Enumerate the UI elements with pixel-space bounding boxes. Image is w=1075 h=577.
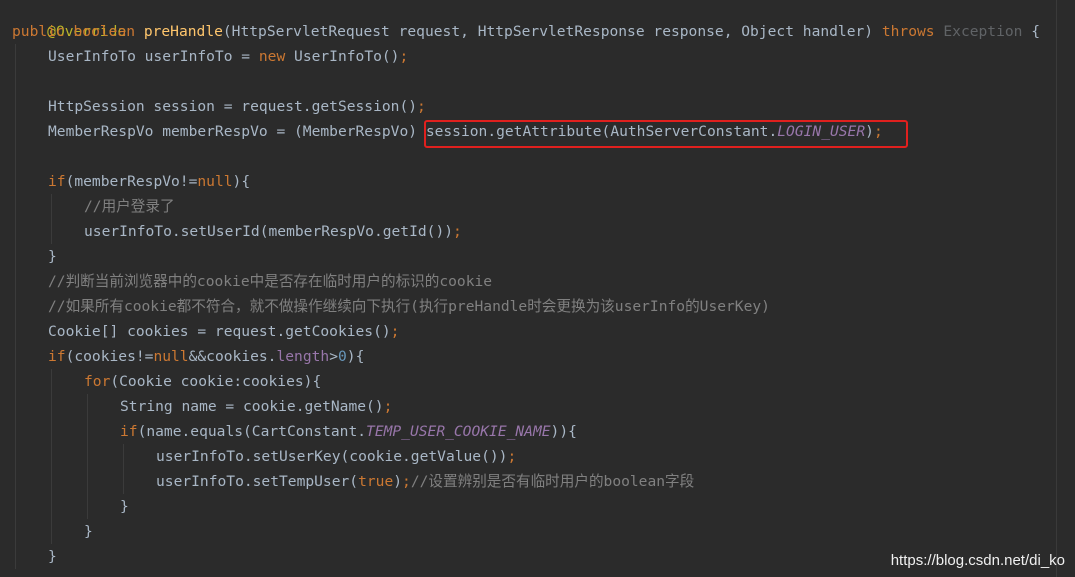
field-token: length xyxy=(276,348,330,365)
code-line[interactable]: //判断当前浏览器中的cookie中是否存在临时用户的标识的cookie xyxy=(48,269,492,294)
code-line[interactable]: @Override xyxy=(12,0,126,40)
watermark: https://blog.csdn.net/di_ko xyxy=(890,552,1065,569)
keyword-token: if xyxy=(120,423,138,440)
comment-token: //如果所有cookie都不符合，就不做操作继续向下执行(执行preHandle… xyxy=(48,298,770,315)
indent-guide xyxy=(51,194,52,244)
keyword-token: if xyxy=(48,173,66,190)
semicolon-token: ; xyxy=(402,473,411,490)
code-line[interactable]: } xyxy=(48,544,57,569)
code-token: ){ xyxy=(346,348,365,365)
code-line[interactable]: HttpSession session = request.getSession… xyxy=(48,94,426,119)
brace-token: } xyxy=(84,523,93,540)
code-line[interactable]: } xyxy=(120,494,129,519)
code-token: > xyxy=(329,348,338,365)
keyword-token: true xyxy=(358,473,394,490)
brace-token: } xyxy=(48,548,57,565)
code-token: userInfoTo.setUserId(memberRespVo.getId(… xyxy=(84,223,454,240)
keyword-token: public xyxy=(12,23,74,40)
code-token: UserInfoTo userInfoTo = xyxy=(48,48,259,65)
comment-token: //判断当前浏览器中的cookie中是否存在临时用户的标识的cookie xyxy=(48,273,493,290)
code-line[interactable]: //如果所有cookie都不符合，就不做操作继续向下执行(执行preHandle… xyxy=(48,294,770,319)
code-line[interactable]: } xyxy=(48,244,57,269)
code-line[interactable]: userInfoTo.setTempUser(true);//设置辨别是否有临时… xyxy=(156,469,694,494)
highlight-box xyxy=(424,120,908,148)
comment-token: //用户登录了 xyxy=(84,198,175,215)
brace-token: { xyxy=(1022,23,1041,40)
semicolon-token: ; xyxy=(417,98,426,115)
code-token: ) xyxy=(393,473,403,490)
code-token: &&cookies. xyxy=(188,348,277,365)
code-line[interactable]: String name = cookie.getName(); xyxy=(120,394,392,419)
semicolon-token: ; xyxy=(390,323,400,340)
keyword-token: null xyxy=(153,348,189,365)
code-line[interactable]: if(name.equals(CartConstant.TEMP_USER_CO… xyxy=(120,419,577,444)
keyword-token: if xyxy=(48,348,66,365)
indent-guide xyxy=(15,44,16,569)
code-line[interactable]: Cookie[] cookies = request.getCookies(); xyxy=(48,319,399,344)
code-line[interactable]: } xyxy=(84,519,93,544)
right-margin-line xyxy=(1056,0,1057,577)
semicolon-token: ; xyxy=(507,448,517,465)
code-token: (cookies!= xyxy=(65,348,154,365)
code-token: (name.equals(CartConstant. xyxy=(137,423,367,440)
exception-token: Exception xyxy=(943,23,1023,40)
brace-token: } xyxy=(48,248,57,265)
indent-guide xyxy=(123,444,124,494)
method-name-token: preHandle xyxy=(143,23,223,40)
code-line[interactable]: //用户登录了 xyxy=(84,194,175,219)
semicolon-token: ; xyxy=(453,223,462,240)
keyword-token: null xyxy=(197,173,233,190)
code-line[interactable]: if(memberRespVo!=null){ xyxy=(48,169,250,194)
semicolon-token: ; xyxy=(399,48,409,65)
semicolon-token: ; xyxy=(383,398,393,415)
code-token: (memberRespVo!= xyxy=(65,173,198,190)
signature-token: (HttpServletRequest request, HttpServlet… xyxy=(222,23,882,40)
keyword-token: boolean xyxy=(73,23,144,40)
indent-guide xyxy=(87,394,88,519)
number-token: 0 xyxy=(338,348,347,365)
keyword-token: for xyxy=(84,373,111,390)
code-line[interactable]: for(Cookie cookie:cookies){ xyxy=(84,369,321,394)
code-line[interactable]: UserInfoTo userInfoTo = new UserInfoTo()… xyxy=(48,44,408,69)
code-line[interactable]: userInfoTo.setUserId(memberRespVo.getId(… xyxy=(84,219,462,244)
constant-token: TEMP_USER_COOKIE_NAME xyxy=(366,423,551,440)
code-token: ){ xyxy=(232,173,251,190)
code-token: UserInfoTo() xyxy=(294,48,400,65)
keyword-token: new xyxy=(258,48,295,65)
code-editor[interactable]: @Override public boolean preHandle(HttpS… xyxy=(0,0,1075,577)
code-token: HttpSession session = request.getSession… xyxy=(48,98,418,115)
code-token: userInfoTo.setUserKey(cookie.getValue()) xyxy=(156,448,508,465)
indent-guide xyxy=(51,369,52,544)
keyword-token: throws xyxy=(881,23,944,40)
code-token: (Cookie cookie:cookies){ xyxy=(110,373,322,390)
code-line[interactable]: if(cookies!=null&&cookies.length>0){ xyxy=(48,344,364,369)
code-token: String name = cookie.getName() xyxy=(120,398,384,415)
code-token: userInfoTo.setTempUser( xyxy=(156,473,359,490)
comment-token: //设置辨别是否有临时用户的boolean字段 xyxy=(410,473,695,490)
code-line[interactable]: public boolean preHandle(HttpServletRequ… xyxy=(12,19,1040,44)
code-token: Cookie[] cookies = request.getCookies() xyxy=(48,323,391,340)
code-line[interactable]: userInfoTo.setUserKey(cookie.getValue())… xyxy=(156,444,516,469)
brace-token: } xyxy=(120,498,129,515)
code-token: )){ xyxy=(550,423,577,440)
code-token: MemberRespVo memberRespVo = (MemberRespV… xyxy=(48,123,426,140)
